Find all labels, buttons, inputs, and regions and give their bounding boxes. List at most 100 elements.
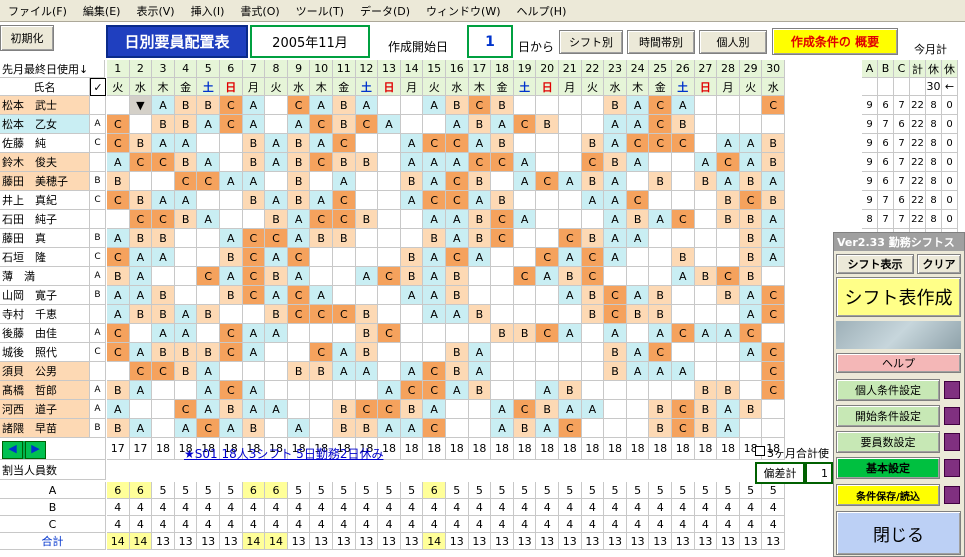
shift-cell[interactable]: B [649,286,672,305]
shift-cell[interactable]: B [220,248,243,267]
shift-cell[interactable]: C [265,229,288,248]
shift-cell[interactable]: C [581,267,605,286]
shift-cell[interactable]: A [174,324,198,343]
shift-cell[interactable]: B [355,324,379,343]
shift-cell[interactable]: A [626,229,650,248]
shift-cell[interactable]: A [423,267,446,286]
shift-cell[interactable]: A [174,305,198,324]
shift-cell[interactable] [513,305,537,324]
shift-cell[interactable]: C [581,153,605,172]
shift-cell[interactable]: A [626,96,650,115]
shift-cell[interactable]: B [491,134,514,153]
time-view-button[interactable]: 時間帯別 [627,30,695,54]
shift-cell[interactable]: C [649,134,672,153]
shift-cell[interactable]: A [220,267,243,286]
shift-cell[interactable]: A [129,248,153,267]
shift-cell[interactable]: B [581,305,605,324]
shift-cell[interactable] [694,191,718,210]
shift-cell[interactable]: C [107,324,130,343]
shift-cell[interactable]: A [604,134,627,153]
shift-cell[interactable]: B [446,267,469,286]
shift-cell[interactable]: C [604,286,627,305]
shift-cell[interactable] [559,343,582,362]
shift-cell[interactable] [739,96,763,115]
shift-cell[interactable] [626,419,650,438]
shift-cell[interactable]: A [220,419,243,438]
shift-cell[interactable]: A [604,210,627,229]
shift-cell[interactable]: A [446,210,469,229]
shift-cell[interactable]: A [107,229,130,248]
shift-cell[interactable]: C [717,267,740,286]
shift-cell[interactable]: A [626,362,650,381]
shift-cell[interactable] [197,324,220,343]
shift-cell[interactable]: B [581,229,605,248]
shift-cell[interactable] [265,362,288,381]
shift-cell[interactable]: C [762,286,785,305]
shift-cell[interactable]: A [694,153,718,172]
shift-cell[interactable]: B [604,153,627,172]
shift-cell[interactable]: A [739,305,763,324]
shift-cell[interactable]: B [355,305,379,324]
shift-cell[interactable]: A [581,400,605,419]
shift-cell[interactable] [265,115,288,134]
shift-cell[interactable]: ▼ [129,96,153,115]
shift-cell[interactable]: C [174,400,198,419]
shift-cell[interactable]: A [152,324,175,343]
shift-cell[interactable]: C [672,400,695,419]
shift-cell[interactable]: B [129,191,153,210]
menu-item[interactable]: 表示(V) [128,3,182,19]
shift-cell[interactable]: B [265,305,288,324]
shift-cell[interactable] [468,267,492,286]
menu-item[interactable]: ウィンドウ(W) [418,3,508,19]
shift-cell[interactable] [400,343,424,362]
shift-cell[interactable]: B [739,210,763,229]
shift-cell[interactable]: A [333,362,356,381]
shift-cell[interactable] [197,191,220,210]
shift-cell[interactable]: A [129,286,153,305]
shift-cell[interactable] [220,362,243,381]
shift-cell[interactable]: B [287,191,311,210]
shift-cell[interactable]: B [513,419,537,438]
shift-cell[interactable] [197,248,220,267]
shift-cell[interactable]: B [649,172,672,191]
shift-cell[interactable]: B [491,96,514,115]
shift-cell[interactable]: B [717,210,740,229]
shift-cell[interactable]: A [129,343,153,362]
shift-cell[interactable] [310,381,333,400]
shift-cell[interactable]: B [649,400,672,419]
shift-cell[interactable] [717,305,740,324]
shift-cell[interactable]: C [107,191,130,210]
shift-cell[interactable]: A [762,210,785,229]
shift-cell[interactable]: B [129,229,153,248]
shift-cell[interactable]: A [265,248,288,267]
shift-cell[interactable] [739,362,763,381]
shift-cell[interactable]: C [378,400,401,419]
shift-cell[interactable]: A [197,115,220,134]
shift-cell[interactable]: C [468,153,492,172]
shift-cell[interactable]: B [152,286,175,305]
shift-cell[interactable] [152,267,175,286]
shift-cell[interactable]: C [129,210,153,229]
shift-cell[interactable]: A [762,248,785,267]
shift-cell[interactable]: A [107,305,130,324]
shift-cell[interactable]: A [310,96,333,115]
shift-cell[interactable]: A [355,96,379,115]
shift-cell[interactable] [513,362,537,381]
shift-cell[interactable] [107,210,130,229]
shift-cell[interactable]: B [152,229,175,248]
shift-cell[interactable]: A [468,362,492,381]
shift-cell[interactable]: B [333,115,356,134]
shift-cell[interactable]: A [355,267,379,286]
shift-cell[interactable] [287,343,311,362]
shift-cell[interactable]: A [536,267,559,286]
shift-cell[interactable]: A [491,400,514,419]
shift-cell[interactable]: C [672,324,695,343]
shift-cell[interactable]: A [739,343,763,362]
shift-cell[interactable]: A [739,134,763,153]
shift-cell[interactable]: B [581,286,605,305]
shift-cell[interactable]: C [287,248,311,267]
shift-cell[interactable]: A [197,381,220,400]
shift-cell[interactable] [378,96,401,115]
shift-cell[interactable] [694,343,718,362]
shift-cell[interactable]: B [762,134,785,153]
